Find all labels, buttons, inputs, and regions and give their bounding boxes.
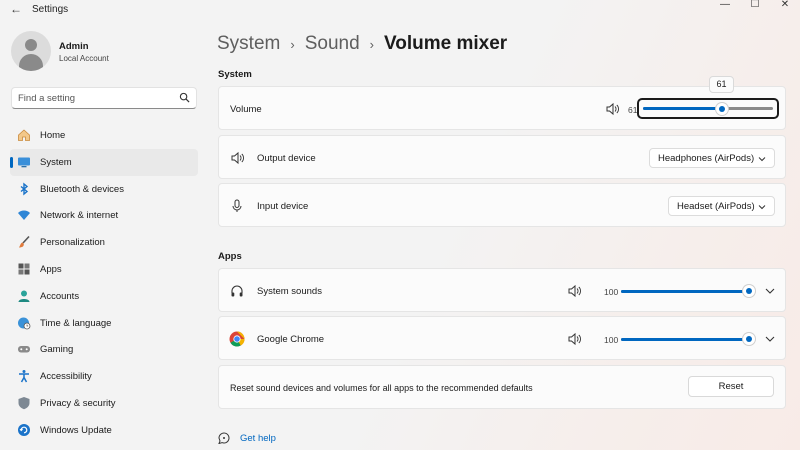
app-name: Google Chrome bbox=[257, 334, 325, 345]
app-title: Settings bbox=[32, 4, 69, 15]
sidebar-item-label: Apps bbox=[40, 263, 62, 275]
sidebar-item-label: Privacy & security bbox=[40, 397, 116, 409]
minimize-button[interactable]: — bbox=[710, 0, 740, 12]
search-box[interactable] bbox=[11, 87, 197, 109]
sidebar-item-apps[interactable]: Apps bbox=[10, 256, 198, 283]
maximize-button[interactable]: ☐ bbox=[740, 0, 770, 12]
input-device-card: Input device Headset (AirPods) bbox=[218, 183, 786, 227]
volume-slider[interactable] bbox=[637, 98, 779, 119]
sidebar-item-label: Accounts bbox=[40, 290, 80, 302]
slider-fill bbox=[621, 337, 749, 341]
input-device-dropdown[interactable]: Headset (AirPods) bbox=[668, 196, 775, 216]
reset-description: Reset sound devices and volumes for all … bbox=[230, 383, 533, 393]
user-profile[interactable]: Admin Local Account bbox=[11, 31, 201, 75]
sidebar-item-label: Time & language bbox=[40, 317, 112, 329]
output-device-card: Output device Headphones (AirPods) bbox=[218, 135, 786, 179]
volume-slider-fill bbox=[643, 107, 723, 110]
section-title-apps: Apps bbox=[218, 251, 242, 262]
sidebar-item-windows-update[interactable]: Windows Update bbox=[10, 417, 198, 444]
shield-icon bbox=[18, 396, 30, 410]
app-row-google-chrome[interactable]: Google Chrome 100 bbox=[218, 316, 786, 360]
chrome-icon bbox=[229, 331, 245, 347]
breadcrumb-system[interactable]: System bbox=[217, 33, 280, 55]
app-volume-value: 100 bbox=[604, 287, 619, 297]
sidebar-item-label: Bluetooth & devices bbox=[40, 183, 124, 195]
close-button[interactable]: ✕ bbox=[770, 0, 800, 12]
sidebar-item-accounts[interactable]: Accounts bbox=[10, 283, 198, 310]
volume-label: Volume bbox=[230, 104, 262, 115]
headphones-icon bbox=[231, 285, 243, 297]
speaker-icon[interactable] bbox=[567, 284, 581, 298]
page-title: Volume mixer bbox=[384, 33, 508, 54]
sidebar-item-personalization[interactable]: Personalization bbox=[10, 229, 198, 256]
breadcrumb-separator: › bbox=[369, 36, 374, 52]
sidebar-item-label: Personalization bbox=[40, 237, 105, 249]
gamepad-icon bbox=[18, 346, 30, 353]
sidebar-item-accessibility[interactable]: Accessibility bbox=[10, 363, 198, 390]
sidebar-item-gaming[interactable]: Gaming bbox=[10, 336, 198, 363]
monitor-icon bbox=[18, 157, 30, 168]
sidebar-nav: Home System Bluetooth & devices Network … bbox=[10, 122, 198, 444]
sidebar-item-label: Home bbox=[40, 130, 66, 141]
sidebar-item-label: Gaming bbox=[40, 344, 74, 356]
breadcrumb-separator: › bbox=[290, 36, 295, 52]
sidebar-item-time-language[interactable]: Time & language bbox=[10, 310, 198, 337]
input-device-label: Input device bbox=[257, 201, 309, 212]
avatar bbox=[11, 31, 51, 71]
sidebar-item-system[interactable]: System bbox=[10, 148, 198, 176]
sidebar-item-privacy-security[interactable]: Privacy & security bbox=[10, 390, 198, 417]
microphone-icon bbox=[232, 199, 242, 212]
chevron-down-icon bbox=[758, 205, 766, 210]
sidebar-item-network[interactable]: Network & internet bbox=[10, 202, 198, 229]
speaker-icon[interactable] bbox=[605, 102, 619, 116]
sidebar-item-label: System bbox=[40, 156, 72, 168]
account-type: Local Account bbox=[59, 54, 109, 63]
output-device-dropdown[interactable]: Headphones (AirPods) bbox=[649, 148, 775, 168]
speaker-icon bbox=[231, 151, 244, 165]
volume-slider-thumb[interactable] bbox=[716, 102, 729, 115]
chevron-down-icon bbox=[758, 157, 766, 162]
person-icon bbox=[18, 290, 30, 302]
slider-thumb[interactable] bbox=[743, 333, 755, 345]
chevron-down-icon[interactable] bbox=[763, 332, 777, 346]
breadcrumb-sound[interactable]: Sound bbox=[305, 33, 360, 55]
update-icon bbox=[18, 423, 30, 436]
output-device-label: Output device bbox=[257, 153, 316, 164]
back-arrow-icon: ← bbox=[10, 2, 22, 16]
volume-tooltip: 61 bbox=[709, 76, 734, 93]
search-icon[interactable] bbox=[179, 92, 190, 103]
slider-thumb[interactable] bbox=[743, 285, 755, 297]
sidebar-item-bluetooth[interactable]: Bluetooth & devices bbox=[10, 176, 198, 203]
sidebar-item-label: Windows Update bbox=[40, 424, 112, 436]
home-icon bbox=[18, 129, 30, 141]
bluetooth-icon bbox=[20, 182, 29, 196]
output-device-value: Headphones (AirPods) bbox=[658, 153, 755, 164]
input-device-value: Headset (AirPods) bbox=[677, 201, 755, 212]
chevron-down-icon[interactable] bbox=[763, 284, 777, 298]
slider-fill bbox=[621, 289, 749, 293]
accessibility-icon bbox=[19, 370, 29, 383]
app-volume-slider[interactable] bbox=[621, 332, 755, 346]
back-button[interactable]: ← bbox=[8, 2, 24, 16]
wifi-icon bbox=[18, 210, 30, 221]
apps-icon bbox=[18, 263, 30, 275]
search-input[interactable] bbox=[18, 91, 168, 105]
brush-icon bbox=[19, 236, 30, 248]
sidebar-item-label: Accessibility bbox=[40, 371, 92, 383]
speaker-icon[interactable] bbox=[567, 332, 581, 346]
app-volume-slider[interactable] bbox=[621, 284, 755, 298]
sidebar-item-home[interactable]: Home bbox=[10, 122, 198, 149]
globe-clock-icon bbox=[18, 317, 31, 329]
breadcrumb: System › Sound › Volume mixer bbox=[217, 31, 507, 57]
section-title-system: System bbox=[218, 69, 252, 80]
help-chat-icon bbox=[218, 432, 230, 444]
reset-button[interactable]: Reset bbox=[688, 376, 774, 397]
app-volume-value: 100 bbox=[604, 335, 619, 345]
user-name: Admin bbox=[59, 41, 89, 52]
get-help-label: Get help bbox=[240, 433, 276, 444]
app-row-system-sounds[interactable]: System sounds 100 bbox=[218, 268, 786, 312]
title-bar: ← Settings — ☐ ✕ bbox=[0, 0, 800, 20]
sidebar-item-label: Network & internet bbox=[40, 210, 119, 222]
app-name: System sounds bbox=[257, 286, 322, 297]
